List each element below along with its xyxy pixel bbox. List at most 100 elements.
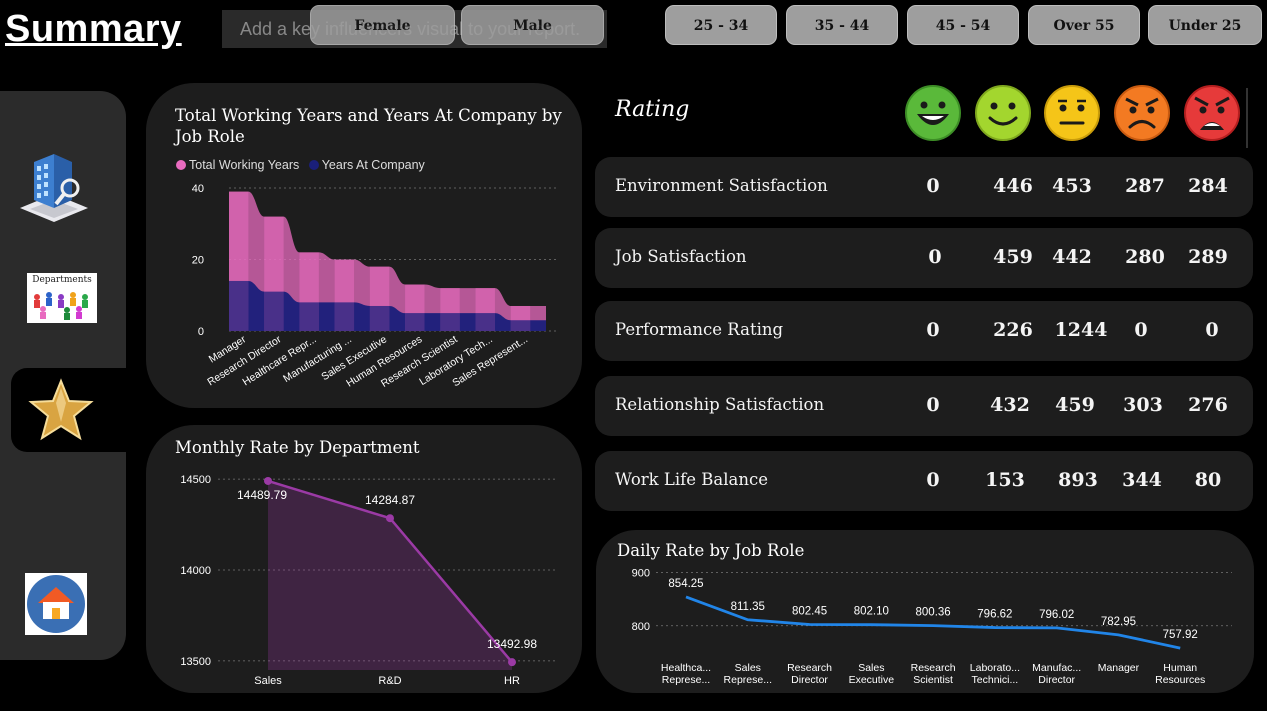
rating-value: 344 [1122, 469, 1162, 491]
data-point[interactable] [508, 658, 516, 667]
rating-value: 0 [926, 469, 940, 491]
x-tick-label: Sales [735, 662, 761, 674]
sidebar-item-rating[interactable] [28, 378, 94, 442]
bar-mark[interactable] [510, 320, 531, 331]
slicer-age-over-55-button[interactable]: Over 55 [1028, 5, 1140, 45]
bar-mark[interactable] [369, 305, 390, 331]
data-label: 802.45 [792, 605, 827, 617]
x-tick-label: Laborato... [970, 662, 1020, 674]
data-label: 782.95 [1101, 616, 1136, 628]
slicer-male-button[interactable]: Male [461, 5, 604, 45]
sidebar-item-building-analytics[interactable] [18, 150, 90, 226]
data-label: 854.25 [668, 578, 703, 590]
rating-value: 893 [1058, 469, 1098, 491]
slicer-age-25-34-button[interactable]: 25 - 34 [665, 5, 777, 45]
rating-value: 280 [1125, 246, 1165, 268]
data-label: 796.02 [1039, 609, 1074, 621]
rating-value: 446 [993, 175, 1033, 197]
slicer-age-under-25-button[interactable]: Under 25 [1148, 5, 1262, 45]
x-tick-label: R&D [378, 675, 401, 687]
rating-value: 287 [1125, 175, 1165, 197]
chart-monthly-rate-svg: 13500 14000 14500 14489.79 Sales 14284.87 R&D 1… [180, 474, 558, 687]
data-label: 14284.87 [365, 493, 415, 507]
y-tick-label: 14000 [180, 565, 211, 577]
data-label: 796.62 [977, 609, 1012, 621]
building-magnifier-icon [20, 154, 88, 222]
rating-value: 442 [1052, 246, 1092, 268]
x-tick-label: Sales [254, 675, 282, 687]
neutral-face-icon [1043, 84, 1101, 142]
bar-mark[interactable] [299, 302, 319, 331]
data-label: 13492.98 [487, 637, 537, 651]
x-tick-label: Research [911, 662, 956, 674]
rating-row-label: Job Satisfaction [615, 247, 747, 266]
rating-value: 153 [985, 469, 1025, 491]
departments-label: Departments [32, 275, 92, 285]
home-icon [27, 575, 85, 633]
bar-mark[interactable] [440, 313, 460, 331]
sidebar-item-departments[interactable]: Departments [27, 273, 97, 323]
x-tick-label: Scientist [913, 674, 953, 686]
y-tick-label: 20 [192, 255, 204, 267]
x-tick-label: Represe... [724, 674, 772, 686]
y-tick-label: 14500 [180, 474, 211, 486]
data-label: 802.10 [854, 606, 889, 618]
data-label: 800.36 [916, 607, 951, 619]
x-tick-label: Technici... [972, 674, 1019, 686]
slicer-age-35-44-button[interactable]: 35 - 44 [786, 5, 898, 45]
sidebar-item-home[interactable] [25, 573, 87, 635]
x-tick-label: Manager [1098, 662, 1140, 674]
bar-mark[interactable] [334, 302, 355, 331]
rating-value: 1244 [1054, 319, 1108, 341]
rating-value: 80 [1194, 469, 1222, 491]
y-tick-label: 800 [632, 621, 650, 633]
bar-mark[interactable] [405, 313, 425, 331]
data-label: 811.35 [731, 601, 765, 613]
data-point[interactable] [264, 476, 272, 485]
x-tick-label: HR [504, 675, 520, 687]
y-tick-label: 0 [198, 326, 204, 338]
rating-value: 459 [1055, 394, 1095, 416]
y-tick-label: 40 [192, 183, 204, 195]
x-tick-label: Human [1163, 662, 1197, 674]
x-tick-label: Resources [1155, 674, 1205, 686]
star-icon [28, 378, 94, 441]
rating-row-label: Work Life Balance [615, 470, 768, 489]
x-tick-label: Sales [858, 662, 884, 674]
data-point[interactable] [386, 514, 394, 523]
bar-mark[interactable] [229, 280, 249, 331]
rating-row-work-life: Work Life Balance 0 153 893 344 80 [595, 451, 1253, 511]
x-tick-label: Manufac... [1032, 662, 1081, 674]
slicer-female-button[interactable]: Female [310, 5, 455, 45]
rating-value: 0 [926, 394, 940, 416]
rating-value: 0 [926, 319, 940, 341]
chart-daily-rate-svg: 800900854.25Healthca...Represe...811.35S… [632, 568, 1232, 686]
departments-icon [34, 292, 88, 320]
bar-mark[interactable] [475, 313, 495, 331]
x-tick-label: Executive [849, 674, 895, 686]
data-label: 14489.79 [237, 488, 287, 502]
rating-value: 303 [1123, 394, 1163, 416]
rating-row-job: Job Satisfaction 0 459 442 280 289 [595, 228, 1253, 288]
x-tick-label: Director [1038, 674, 1075, 686]
rating-row-label: Relationship Satisfaction [615, 395, 825, 414]
happy-face-icon [974, 84, 1032, 142]
rating-value: 284 [1188, 175, 1228, 197]
rating-title: Rating [615, 97, 690, 122]
x-tick-label: Research [787, 662, 832, 674]
rating-row-relationship: Relationship Satisfaction 0 432 459 303 … [595, 376, 1253, 436]
rating-value: 432 [990, 394, 1030, 416]
y-tick-label: 900 [632, 568, 650, 580]
x-tick-label: Represe... [662, 674, 710, 686]
chart-working-years-svg: 02040ManagerResearch DirectorHealthcare … [192, 183, 558, 390]
slicer-age-45-54-button[interactable]: 45 - 54 [907, 5, 1019, 45]
rating-value: 0 [926, 175, 940, 197]
rating-value: 0 [1134, 319, 1148, 341]
rating-divider [1246, 88, 1248, 148]
rating-value: 289 [1188, 246, 1228, 268]
y-tick-label: 13500 [180, 656, 211, 668]
bar-mark[interactable] [264, 291, 284, 331]
x-tick-label: Healthca... [661, 662, 711, 674]
rating-value: 453 [1052, 175, 1092, 197]
rating-row-label: Performance Rating [615, 320, 784, 339]
